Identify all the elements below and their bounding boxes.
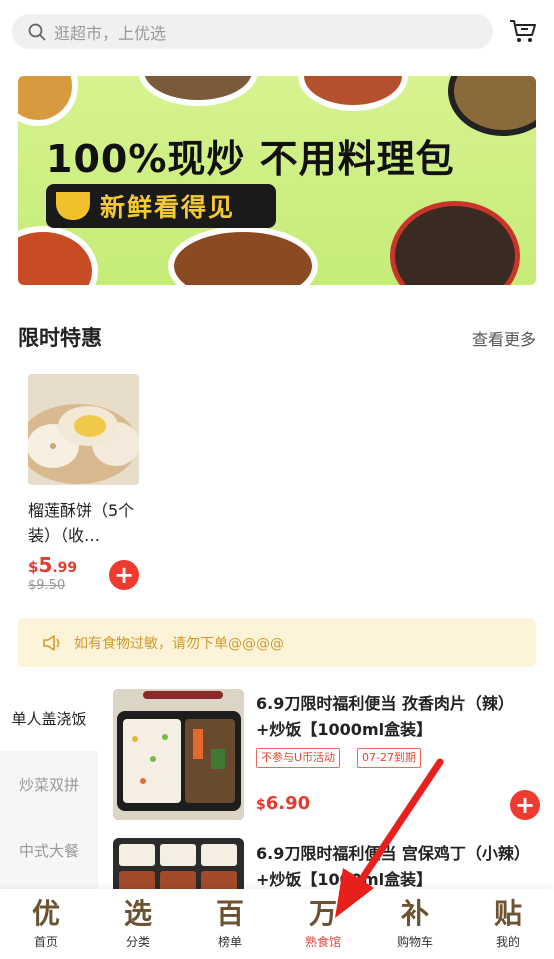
search-icon: [28, 23, 46, 40]
expiry-tag: 07-27到期: [357, 748, 421, 768]
banner-page-indicator: 1/3: [481, 250, 502, 265]
banner-pill-text: 新鲜看得见: [100, 193, 236, 222]
product-name[interactable]: 6.9刀限时福利便当 宫保鸡丁（小辣）+炒饭【1000ml盒装】: [256, 841, 538, 893]
nav-ranking[interactable]: 百 榜单: [184, 889, 276, 959]
product-image[interactable]: [113, 689, 244, 820]
nav-ranking-icon: 百: [215, 897, 244, 930]
add-to-cart-button[interactable]: +: [109, 560, 139, 590]
nav-mine-icon: 贴: [493, 897, 522, 930]
notice-text: 如有食物过敏，请勿下单@@@@: [74, 635, 284, 652]
nav-home[interactable]: 优 首页: [0, 889, 92, 959]
banner-pill: 新鲜看得见: [46, 184, 276, 228]
category-item-single-rice[interactable]: 单人盖浇饭: [0, 685, 98, 751]
product-price: $6.90: [256, 793, 310, 814]
nav-label: 熟食馆: [304, 935, 341, 949]
pastry-image: [28, 374, 139, 485]
section-title: 限时特惠: [18, 326, 102, 350]
nav-label: 我的: [495, 935, 520, 949]
nav-label: 首页: [33, 935, 58, 949]
allergy-notice: 如有食物过敏，请勿下单@@@@: [18, 618, 536, 667]
nav-label: 购物车: [396, 935, 433, 949]
bottom-nav: 优 首页 选 分类 百 榜单 万 熟食馆 补 购物车 贴 我的: [0, 889, 554, 959]
deal-product-image[interactable]: [28, 374, 139, 485]
nav-label: 分类: [125, 935, 150, 949]
nav-mine[interactable]: 贴 我的: [462, 889, 554, 959]
price-decimal: .99: [52, 560, 78, 576]
dish-image: [18, 76, 78, 126]
banner-title: 100%现炒 不用料理包: [46, 137, 455, 181]
cart-icon[interactable]: [508, 18, 538, 44]
deal-product-name[interactable]: 榴莲酥饼（5个装）（收…: [28, 498, 143, 548]
nav-cart[interactable]: 补 购物车: [369, 889, 461, 959]
price-currency: $: [28, 558, 39, 576]
price-integer: 5: [38, 553, 53, 577]
search-placeholder: 逛超市，上优选: [54, 23, 167, 43]
dish-image: [138, 76, 258, 106]
add-to-cart-button[interactable]: +: [510, 790, 540, 820]
original-price: $9.50: [28, 578, 66, 593]
nav-home-icon: 优: [31, 897, 60, 930]
category-item-chinese-meal[interactable]: 中式大餐: [0, 817, 98, 883]
promo-tag: 不参与U币活动: [256, 748, 341, 768]
price-value: 6.90: [265, 793, 311, 814]
bento-image: [113, 689, 244, 820]
nav-deli-icon: 万: [308, 897, 337, 930]
product-name[interactable]: 6.9刀限时福利便当 孜香肉片（辣）+炒饭【1000ml盒装】: [256, 691, 538, 743]
dish-image: [18, 226, 98, 285]
view-more-link[interactable]: 查看更多: [472, 326, 536, 350]
bowl-icon: [56, 192, 90, 220]
nav-label: 榜单: [217, 935, 242, 949]
dish-image: [168, 226, 318, 285]
deal-price: $5.99: [28, 553, 77, 577]
nav-category-icon: 选: [123, 897, 152, 930]
nav-cart-icon: 补: [400, 897, 429, 930]
promo-banner[interactable]: 100%现炒 不用料理包 新鲜看得见 1/3: [18, 76, 536, 285]
price-currency: $: [256, 797, 266, 813]
category-item-double[interactable]: 炒菜双拼: [0, 751, 98, 817]
speaker-icon: [43, 634, 60, 651]
category-sidebar: 单人盖浇饭 炒菜双拼 中式大餐: [0, 685, 98, 895]
dish-image: [298, 76, 408, 111]
dish-image: [448, 76, 536, 136]
top-bar: 逛超市，上优选: [0, 0, 554, 62]
nav-category[interactable]: 选 分类: [92, 889, 184, 959]
search-bar[interactable]: 逛超市，上优选: [12, 14, 493, 49]
nav-deli[interactable]: 万 熟食馆: [277, 889, 369, 959]
dish-image: [390, 201, 520, 285]
